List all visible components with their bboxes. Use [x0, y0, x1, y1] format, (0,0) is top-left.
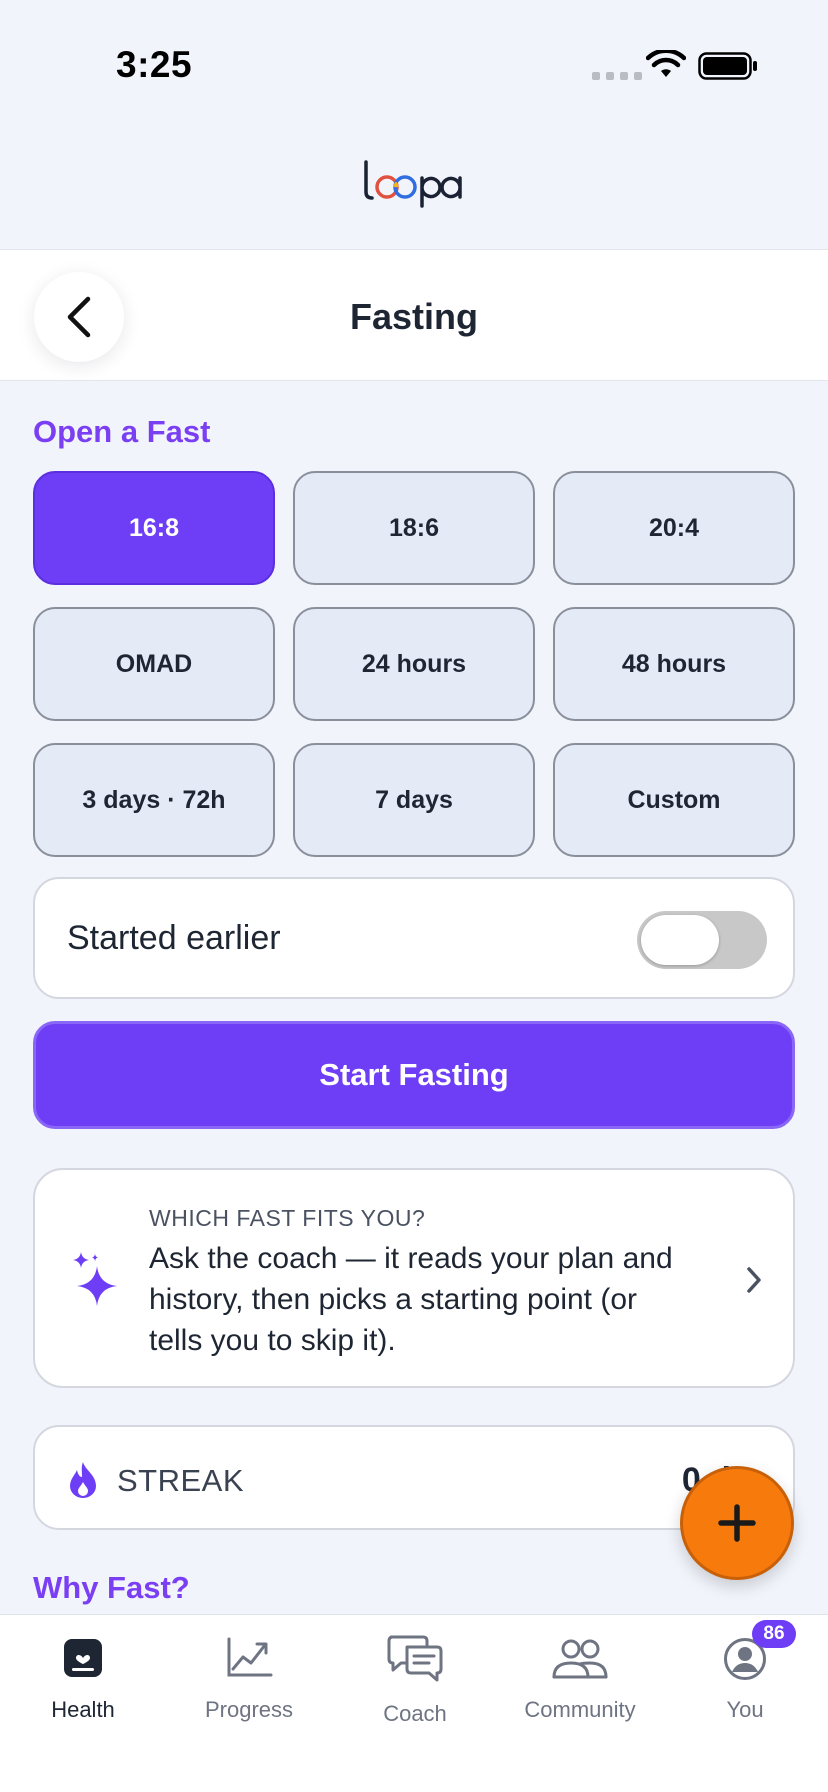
status-bar: 3:25	[0, 0, 828, 120]
loopa-logo	[364, 160, 462, 208]
coach-card-body: Ask the coach — it reads your plan and h…	[149, 1242, 673, 1357]
plan-button-7-days[interactable]: 7 days	[293, 743, 535, 857]
status-time: 3:25	[116, 44, 193, 85]
page-title: Fasting	[349, 296, 478, 337]
tab-progress-label: Progress	[204, 1697, 294, 1722]
tab-community-label: Community	[524, 1697, 636, 1722]
wifi-icon	[646, 50, 686, 77]
plan-button-48-hours[interactable]: 48 hours	[553, 607, 795, 721]
plus-icon	[718, 1504, 756, 1542]
tab-progress[interactable]: Progress	[166, 1615, 332, 1735]
coach-suggestion-card[interactable]: WHICH FAST FITS YOU? Ask the coach — it …	[33, 1168, 795, 1388]
plan-button-18-6[interactable]: 18:6	[293, 471, 535, 585]
plan-button-3-days[interactable]: 3 days · 72h	[33, 743, 275, 857]
chart-icon	[227, 1637, 273, 1677]
plan-button-20-4[interactable]: 20:4	[553, 471, 795, 585]
health-icon	[64, 1639, 102, 1677]
start-fasting-button[interactable]: Start Fasting	[33, 1021, 795, 1129]
plan-button-omad[interactable]: OMAD	[33, 607, 275, 721]
started-earlier-toggle[interactable]	[637, 911, 767, 969]
started-earlier-label: Started earlier	[67, 919, 281, 957]
plan-button-custom[interactable]: Custom	[553, 743, 795, 857]
sparkle-icon	[73, 1252, 117, 1306]
tab-you[interactable]: You	[662, 1615, 828, 1735]
people-icon	[552, 1639, 608, 1679]
tab-health-label: Health	[51, 1697, 115, 1722]
open-fast-title: Open a Fast	[33, 414, 211, 449]
tab-health[interactable]: Health	[0, 1615, 166, 1735]
tab-you-label: You	[726, 1697, 764, 1722]
battery-icon	[698, 52, 757, 80]
cellular-signal-icon	[592, 72, 642, 80]
bottom-tab-bar: Health Progress Coach Community You	[0, 1614, 828, 1792]
page-header: Fasting	[0, 249, 828, 381]
tab-community[interactable]: Community	[497, 1615, 663, 1735]
started-earlier-row: Started earlier	[33, 877, 795, 999]
brand-header	[0, 150, 828, 216]
plan-button-16-8[interactable]: 16:8	[33, 471, 275, 585]
add-fab-button[interactable]	[680, 1466, 794, 1580]
toggle-knob	[641, 915, 719, 965]
chevron-right-icon	[747, 1267, 761, 1293]
plan-button-24-hours[interactable]: 24 hours	[293, 607, 535, 721]
streak-label: STREAK	[117, 1463, 245, 1498]
flame-icon	[70, 1462, 96, 1498]
tab-coach[interactable]: Coach	[332, 1615, 498, 1735]
fast-plan-grid: 16:8 18:6 20:4 OMAD 24 hours 48 hours 3 …	[33, 471, 795, 857]
you-notification-badge: 86	[752, 1620, 796, 1648]
tab-coach-label: Coach	[383, 1701, 447, 1726]
coach-card-eyebrow: WHICH FAST FITS YOU?	[149, 1205, 426, 1231]
chat-icon	[387, 1635, 443, 1682]
why-fast-title: Why Fast?	[33, 1570, 190, 1605]
